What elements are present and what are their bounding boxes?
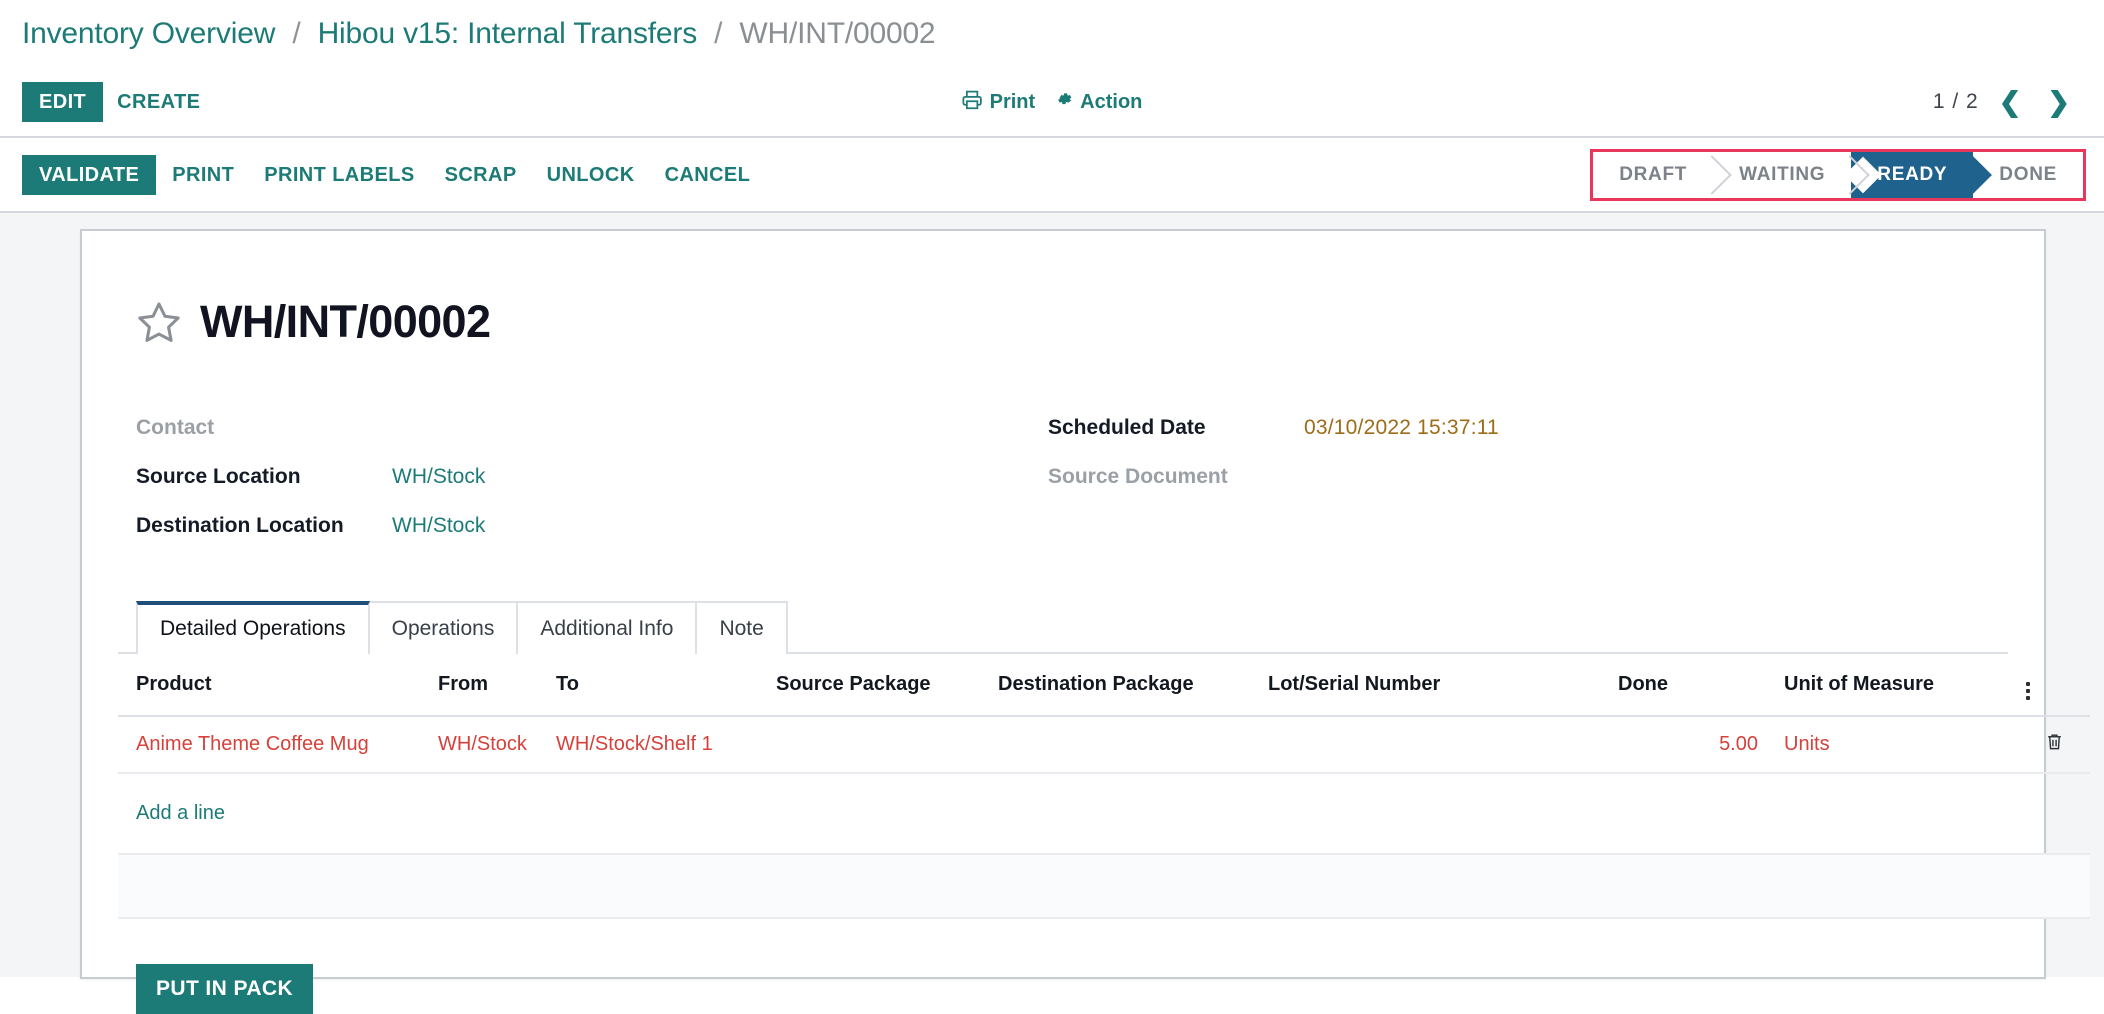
print-labels-button[interactable]: PRINT LABELS [250,155,428,195]
printer-icon [962,89,983,116]
field-label-source-document: Source Document [1048,465,1228,489]
pager: 1 / 2 ❮ ❯ [1932,88,2082,116]
table-row[interactable]: Anime Theme Coffee Mug WH/Stock WH/Stock… [118,716,2090,775]
form-background: WH/INT/00002 Contact Source Location WH/… [0,213,2104,1014]
table-header: Product From To Source Package Destinati… [118,654,2090,718]
column-header-destination-package[interactable]: Destination Package [998,654,1268,718]
tab-detailed-operations[interactable]: Detailed Operations [136,601,370,655]
field-group-left: Contact Source Location WH/Stock Destina… [136,416,1048,563]
tab-operations[interactable]: Operations [367,601,519,655]
status-stage-draft[interactable]: DRAFT [1593,151,1714,198]
cell-unit-of-measure[interactable]: Units [1766,716,2026,775]
chevron-right-icon[interactable]: ❯ [2041,88,2076,116]
print-menu[interactable]: Print [962,89,1036,116]
breadcrumb-item-inventory-overview[interactable]: Inventory Overview [22,17,275,50]
breadcrumb: Inventory Overview / Hibou v15: Internal… [22,17,936,51]
tab-note[interactable]: Note [695,601,788,655]
add-a-line-button[interactable]: Add a line [118,788,233,839]
optional-columns-toggle[interactable] [2026,654,2090,718]
put-in-pack-button[interactable]: PUT IN PACK [136,964,314,1014]
field-scheduled-date: Scheduled Date 03/10/2022 15:37:11 [1048,416,1960,465]
field-source-location: Source Location WH/Stock [136,465,1048,514]
record-title-row: WH/INT/00002 [118,269,2008,374]
field-label-destination-location: Destination Location [136,514,344,538]
status-bar: DRAFT WAITING READY DONE [1590,148,2086,201]
gear-icon [1053,89,1073,115]
unlock-button[interactable]: UNLOCK [533,155,649,195]
column-header-lot-serial-number[interactable]: Lot/Serial Number [1268,654,1618,718]
cell-done[interactable]: 5.00 [1618,716,1766,775]
cell-source-package[interactable] [776,716,998,775]
record-action-buttons: VALIDATE PRINT PRINT LABELS SCRAP UNLOCK… [22,154,765,195]
cell-delete[interactable] [2026,716,2090,775]
cell-product[interactable]: Anime Theme Coffee Mug [118,716,438,775]
validate-button[interactable]: VALIDATE [22,154,157,195]
table-body: Anime Theme Coffee Mug WH/Stock WH/Stock… [118,716,2090,920]
status-stage-waiting[interactable]: WAITING [1713,151,1852,198]
field-value-scheduled-date[interactable]: 03/10/2022 15:37:11 [1304,416,1499,440]
chevron-left-icon[interactable]: ❮ [1993,88,2028,116]
field-label-scheduled-date: Scheduled Date [1048,416,1206,440]
column-header-product[interactable]: Product [118,654,438,718]
column-header-done[interactable]: Done [1618,654,1766,718]
action-statusbar-row: VALIDATE PRINT PRINT LABELS SCRAP UNLOCK… [0,138,2104,213]
field-label-source-location: Source Location [136,465,301,489]
column-header-to[interactable]: To [556,654,776,718]
breadcrumb-bar: Inventory Overview / Hibou v15: Internal… [0,0,2104,68]
field-value-destination-location[interactable]: WH/Stock [392,514,485,538]
pager-value: 1 / 2 [1932,90,1979,113]
scrap-button[interactable]: SCRAP [431,155,531,195]
operations-table: Product From To Source Package Destinati… [118,654,2090,920]
column-header-source-package[interactable]: Source Package [776,654,998,718]
table-header-row: Product From To Source Package Destinati… [118,654,2090,718]
field-contact: Contact [136,416,1048,465]
kebab-menu-icon[interactable] [2026,682,2030,701]
breadcrumb-item-internal-transfers[interactable]: Hibou v15: Internal Transfers [318,17,698,50]
breadcrumb-item-current: WH/INT/00002 [739,17,936,50]
cell-lot-serial-number[interactable] [1268,716,1618,775]
record-sheet: WH/INT/00002 Contact Source Location WH/… [80,229,2090,1014]
cell-destination-package[interactable] [998,716,1268,775]
print-button[interactable]: PRINT [158,155,248,195]
breadcrumb-separator: / [714,17,723,50]
cell-to[interactable]: WH/Stock/Shelf 1 [556,716,776,775]
field-source-document: Source Document [1048,465,1960,514]
field-groups: Contact Source Location WH/Stock Destina… [118,416,2008,563]
field-group-right: Scheduled Date 03/10/2022 15:37:11 Sourc… [1048,416,1960,563]
page-title: WH/INT/00002 [200,296,491,348]
add-line-row[interactable]: Add a line [118,773,2090,856]
table-filler-cell [118,854,2090,920]
print-menu-label: Print [989,90,1036,113]
cell-from[interactable]: WH/Stock [438,716,556,775]
field-label-contact: Contact [136,416,215,440]
table-filler-row [118,854,2090,920]
tab-additional-info[interactable]: Additional Info [516,601,698,655]
field-value-source-location[interactable]: WH/Stock [392,465,485,489]
footer-buttons: PUT IN PACK [118,919,2008,1014]
create-button[interactable]: CREATE [103,82,214,122]
field-destination-location: Destination Location WH/Stock [136,514,1048,563]
action-menu-label: Action [1080,90,1143,113]
add-line-cell[interactable]: Add a line [118,773,2090,856]
edit-button[interactable]: EDIT [22,82,104,122]
control-panel-center: Print Action [962,89,1142,116]
action-menu[interactable]: Action [1053,89,1142,115]
notebook-tabs: Detailed Operations Operations Additiona… [118,599,2008,655]
control-panel: EDIT CREATE Print Action 1 / 2 ❮ ❯ [0,68,2104,138]
column-header-from[interactable]: From [438,654,556,718]
cancel-button[interactable]: CANCEL [651,155,765,195]
breadcrumb-separator: / [292,17,301,50]
trash-icon[interactable] [2045,731,2064,758]
column-header-unit-of-measure[interactable]: Unit of Measure [1766,654,2026,718]
star-outline-icon[interactable] [136,299,182,345]
